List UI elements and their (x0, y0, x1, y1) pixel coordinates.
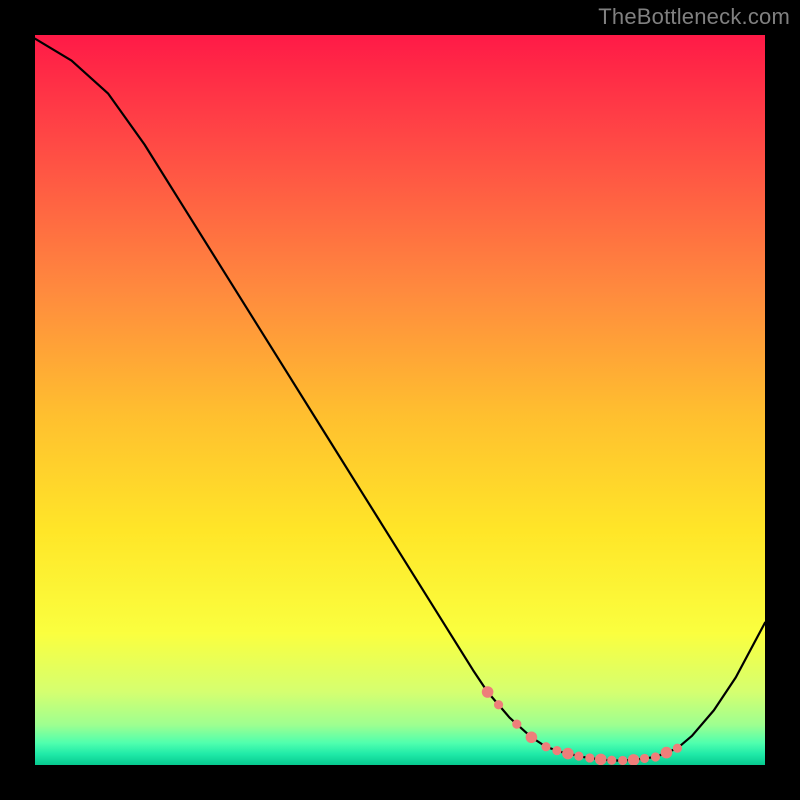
watermark-text: TheBottleneck.com (598, 4, 790, 30)
highlight-dot (512, 720, 521, 729)
highlight-dot (562, 748, 574, 760)
highlight-dot (661, 747, 673, 759)
highlight-dot (552, 746, 561, 755)
highlight-dot (574, 752, 583, 761)
highlight-dot (585, 753, 594, 762)
highlight-dot (595, 754, 607, 765)
highlight-dot (651, 752, 660, 761)
highlight-dot (618, 756, 627, 765)
highlight-dot (673, 744, 682, 753)
highlight-dot (482, 686, 494, 698)
chart-svg (35, 35, 765, 765)
plot-area (35, 35, 765, 765)
highlight-dot (494, 700, 503, 709)
chart-frame: TheBottleneck.com (0, 0, 800, 800)
highlight-dot (526, 731, 538, 743)
highlight-dot (607, 756, 616, 765)
highlight-dot (541, 742, 550, 751)
highlight-dot (640, 754, 649, 763)
